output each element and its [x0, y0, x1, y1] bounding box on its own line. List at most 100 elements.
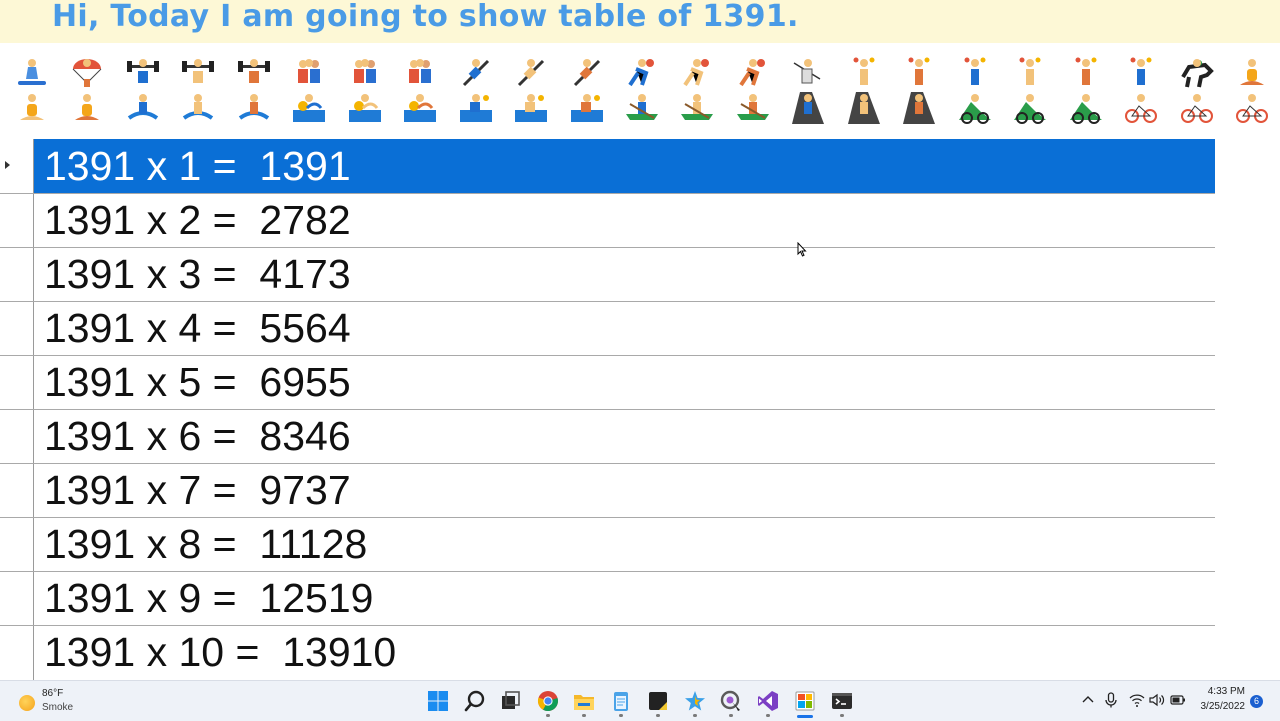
climber-icon: [901, 90, 937, 126]
row-header[interactable]: [0, 409, 33, 463]
mountain-biker-icon: [957, 90, 993, 126]
parachute-person-icon: [69, 55, 105, 91]
juggler-icon: [901, 55, 937, 91]
table-row[interactable]: 1391 x 6 = 8346: [0, 409, 1215, 464]
table-row[interactable]: 1391 x 8 = 11128: [0, 517, 1215, 572]
table-row[interactable]: 1391 x 2 = 2782: [0, 193, 1215, 248]
table-row[interactable]: 1391 x 7 = 9737: [0, 463, 1215, 518]
handball-player-icon: [735, 55, 771, 91]
cartwheel-icon: [513, 55, 549, 91]
table-cell[interactable]: 1391 x 3 = 4173: [34, 247, 1215, 301]
current-row-arrow-icon: [5, 161, 10, 169]
clock-time[interactable]: 4:33 PM: [1199, 686, 1245, 697]
mountain-biker-icon: [1012, 90, 1048, 126]
row-header[interactable]: [0, 247, 33, 301]
running-indicator: [656, 714, 660, 717]
sticky-app-icon[interactable]: [646, 689, 670, 713]
wifi-icon[interactable]: [1128, 691, 1146, 709]
climber-icon: [790, 90, 826, 126]
search-icon[interactable]: [463, 689, 487, 713]
microphone-icon[interactable]: [1102, 691, 1120, 709]
row-header[interactable]: [0, 139, 33, 193]
juggler-icon: [1123, 55, 1159, 91]
weightlifter-icon: [125, 55, 161, 91]
wrestlers-icon: [347, 55, 383, 91]
notification-badge[interactable]: 6: [1250, 695, 1263, 708]
emoji-row-2: [14, 90, 1270, 126]
juggler-icon: [1068, 55, 1104, 91]
weightlifter-icon: [180, 55, 216, 91]
lotus-position-icon: [69, 90, 105, 126]
snipping-tool-icon[interactable]: [719, 689, 743, 713]
table-row[interactable]: 1391 x 4 = 5564: [0, 301, 1215, 356]
volume-icon[interactable]: [1148, 691, 1166, 709]
table-row[interactable]: 1391 x 9 = 12519: [0, 571, 1215, 626]
row-header[interactable]: [0, 625, 33, 679]
cyclist-icon: [1179, 90, 1215, 126]
weather-widget[interactable]: 86°F Smoke: [16, 687, 106, 717]
juggler-icon: [1012, 55, 1048, 91]
swimmer-icon: [402, 90, 438, 126]
rowboat-icon: [735, 90, 771, 126]
running-indicator: [582, 714, 586, 717]
task-view-icon[interactable]: [498, 689, 522, 713]
juggler-icon: [957, 55, 993, 91]
clock-date[interactable]: 3/25/2022: [1194, 701, 1246, 712]
row-header[interactable]: [0, 355, 33, 409]
swimmer-icon: [291, 90, 327, 126]
table-cell[interactable]: 1391 x 6 = 8346: [34, 409, 1215, 463]
table-row[interactable]: 1391 x 3 = 4173: [0, 247, 1215, 302]
handball-player-icon: [679, 55, 715, 91]
water-polo-icon: [569, 90, 605, 126]
swimmer-icon: [347, 90, 383, 126]
weather-temperature: 86°F: [42, 688, 64, 699]
cartwheel-icon: [569, 55, 605, 91]
table-cell[interactable]: 1391 x 10 = 13910: [34, 625, 1215, 679]
rowboat-icon: [679, 90, 715, 126]
table-cell[interactable]: 1391 x 4 = 5564: [34, 301, 1215, 355]
table-cell[interactable]: 1391 x 2 = 2782: [34, 193, 1215, 247]
row-header[interactable]: [0, 517, 33, 571]
cartwheel-icon: [458, 55, 494, 91]
weather-condition: Smoke: [42, 702, 74, 713]
active-app-indicator: [797, 715, 813, 718]
sun-icon: [19, 695, 35, 711]
chrome-icon[interactable]: [536, 689, 560, 713]
table-cell[interactable]: 1391 x 7 = 9737: [34, 463, 1215, 517]
running-indicator: [729, 714, 733, 717]
running-indicator: [619, 714, 623, 717]
cyclist-icon: [1234, 90, 1270, 126]
emoji-strip: [0, 43, 1280, 135]
taskbar: 86°F Smoke 4:33 PM 3/25/2022 6: [0, 680, 1280, 721]
windows-forms-app-icon[interactable]: [793, 689, 817, 713]
juggler-icon: [846, 55, 882, 91]
running-indicator: [766, 714, 770, 717]
visual-studio-icon[interactable]: [756, 689, 780, 713]
fencer-icon: [790, 55, 826, 91]
running-indicator: [693, 714, 697, 717]
table-row[interactable]: 1391 x 5 = 6955: [0, 355, 1215, 410]
table-row[interactable]: 1391 x 10 = 13910: [0, 625, 1215, 679]
row-header[interactable]: [0, 571, 33, 625]
terminal-icon[interactable]: [830, 689, 854, 713]
surfer-icon: [125, 90, 161, 126]
row-header[interactable]: [0, 301, 33, 355]
table-cell[interactable]: 1391 x 5 = 6955: [34, 355, 1215, 409]
table-row[interactable]: 1391 x 1 = 1391: [0, 139, 1215, 194]
running-indicator: [840, 714, 844, 717]
paint-app-icon[interactable]: [683, 689, 707, 713]
table-cell[interactable]: 1391 x 8 = 11128: [34, 517, 1215, 571]
file-explorer-icon[interactable]: [572, 689, 596, 713]
battery-icon[interactable]: [1169, 691, 1187, 709]
row-header[interactable]: [0, 193, 33, 247]
chevron-up-icon[interactable]: [1079, 691, 1097, 709]
start-icon[interactable]: [426, 689, 450, 713]
wrestlers-icon: [402, 55, 438, 91]
emoji-row-1: [14, 55, 1270, 91]
table-cell[interactable]: 1391 x 9 = 12519: [34, 571, 1215, 625]
row-header[interactable]: [0, 463, 33, 517]
data-grid[interactable]: 1391 x 1 = 1391 1391 x 2 = 2782 1391 x 3…: [0, 139, 1280, 680]
cyclist-icon: [1123, 90, 1159, 126]
table-cell[interactable]: 1391 x 1 = 1391: [34, 139, 1215, 193]
notepad-icon[interactable]: [609, 689, 633, 713]
